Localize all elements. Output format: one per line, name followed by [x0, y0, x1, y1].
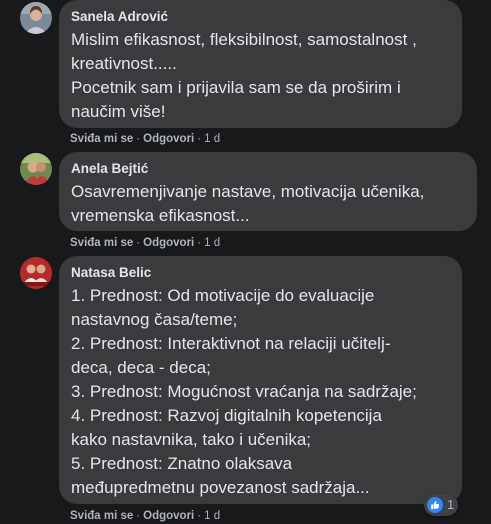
comment-text-line: kako nastavnika, tako i učenika;	[71, 430, 312, 449]
comment-actions: Sviđa mi se · Odgovori · 1 d	[70, 509, 220, 523]
separator-dot: ·	[197, 133, 202, 145]
comment-timestamp[interactable]: 1 d	[204, 510, 220, 522]
avatar-sanela[interactable]	[20, 2, 52, 34]
comment-text-line: međupredmetnu povezanost sadržaja...	[71, 478, 370, 497]
comment-bubble: Anela Bejtić Osavremenjivanje nastave, m…	[59, 152, 477, 231]
comment-text-line: 1. Prednost: Od motivacije do evaluacije	[71, 286, 375, 305]
comment-bubble: Sanela Adrović Mislim efikasnost, fleksi…	[59, 0, 462, 128]
avatar-natasa[interactable]	[20, 257, 52, 289]
reaction-summary[interactable]: 1	[424, 494, 459, 516]
like-button[interactable]: Sviđa mi se	[70, 510, 133, 522]
comment-actions: Sviđa mi se · Odgovori · 1 d	[70, 236, 220, 250]
comment-timestamp[interactable]: 1 d	[204, 237, 220, 249]
separator-dot: ·	[136, 133, 141, 145]
comment-text-line: nastavnog časa/teme;	[71, 310, 238, 329]
like-button[interactable]: Sviđa mi se	[70, 237, 133, 249]
reply-button[interactable]: Odgovori	[143, 510, 194, 522]
comment-text-line: kreativnost.....	[71, 54, 177, 73]
comment-text-line: 5. Prednost: Znatno olaksava	[71, 454, 293, 473]
comment-text-line: Pocetnik sam i prijavila sam se da proši…	[71, 78, 401, 97]
comment-author-name[interactable]: Sanela Adrović	[71, 8, 450, 25]
separator-dot: ·	[136, 510, 141, 522]
comment-text-line: 3. Prednost: Mogućnost vraćanja na sadrž…	[71, 382, 417, 401]
reaction-count: 1	[447, 497, 455, 512]
like-button[interactable]: Sviđa mi se	[70, 133, 133, 145]
comment-bubble: Natasa Belic 1. Prednost: Od motivacije …	[59, 256, 462, 504]
avatar-anela[interactable]	[20, 153, 52, 185]
comment-text-line: 2. Prednost: Interaktivnot na relaciji u…	[71, 334, 391, 353]
comment-text-line: vremenska efikasnost...	[71, 206, 250, 225]
reply-button[interactable]: Odgovori	[143, 133, 194, 145]
separator-dot: ·	[197, 510, 202, 522]
avatar-photo-icon	[20, 153, 52, 185]
comment-text-line: deca, deca - deca;	[71, 358, 211, 377]
like-icon	[427, 497, 443, 513]
avatar-photo-icon	[20, 2, 52, 34]
comment-author-name[interactable]: Anela Bejtić	[71, 160, 465, 177]
comment-actions: Sviđa mi se · Odgovori · 1 d	[70, 132, 220, 146]
comment-text-line: naučim više!	[71, 102, 166, 121]
comment-timestamp[interactable]: 1 d	[204, 133, 220, 145]
comment-text-line: 4. Prednost: Razvoj digitalnih kopetenci…	[71, 406, 382, 425]
separator-dot: ·	[197, 237, 202, 249]
comment-text-line: Mislim efikasnost, fleksibilnost, samost…	[71, 30, 417, 49]
reply-button[interactable]: Odgovori	[143, 237, 194, 249]
avatar-photo-icon	[20, 257, 52, 289]
comment-author-name[interactable]: Natasa Belic	[71, 264, 450, 281]
separator-dot: ·	[136, 237, 141, 249]
comment-text-line: Osavremenjivanje nastave, motivacija uče…	[71, 182, 425, 201]
